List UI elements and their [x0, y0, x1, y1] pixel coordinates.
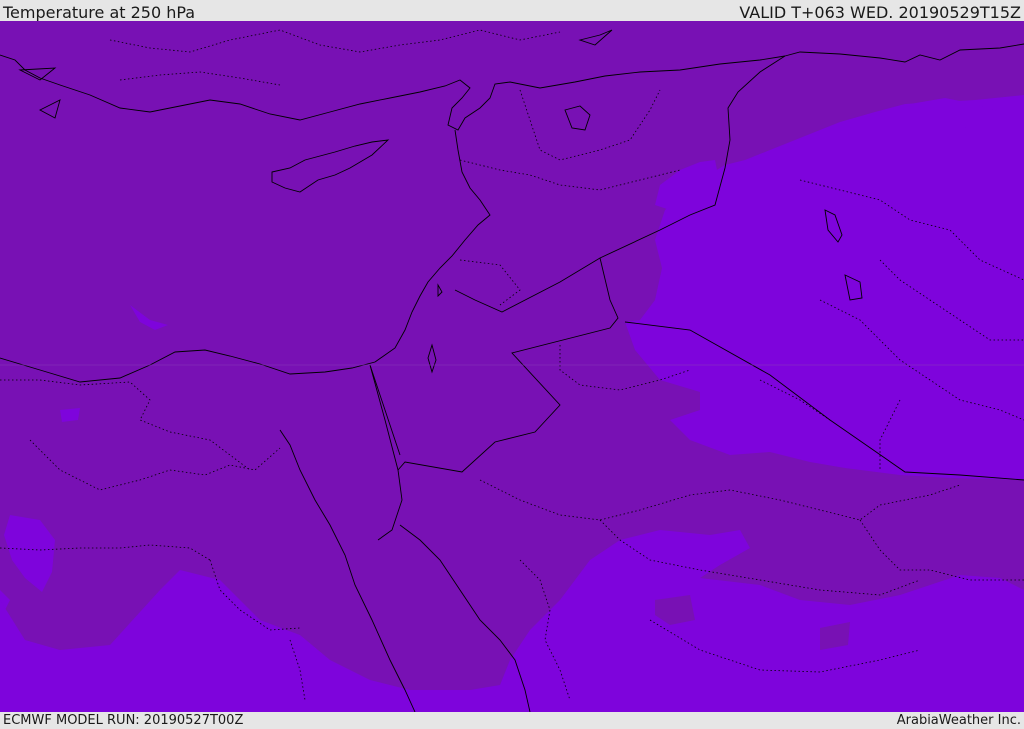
valid-time-label: VALID T+063 WED. 20190529T15Z: [739, 3, 1021, 22]
forecast-map[interactable]: [0, 21, 1024, 712]
map-canvas: [0, 21, 1024, 712]
cold-patch-small: [60, 408, 80, 422]
footer-bar: ECMWF MODEL RUN: 20190527T00Z ArabiaWeat…: [0, 712, 1024, 729]
credit-label: ArabiaWeather Inc.: [896, 713, 1021, 728]
header-bar: Temperature at 250 hPa VALID T+063 WED. …: [0, 0, 1024, 22]
model-run-label: ECMWF MODEL RUN: 20190527T00Z: [3, 713, 244, 728]
map-title: Temperature at 250 hPa: [3, 3, 196, 22]
